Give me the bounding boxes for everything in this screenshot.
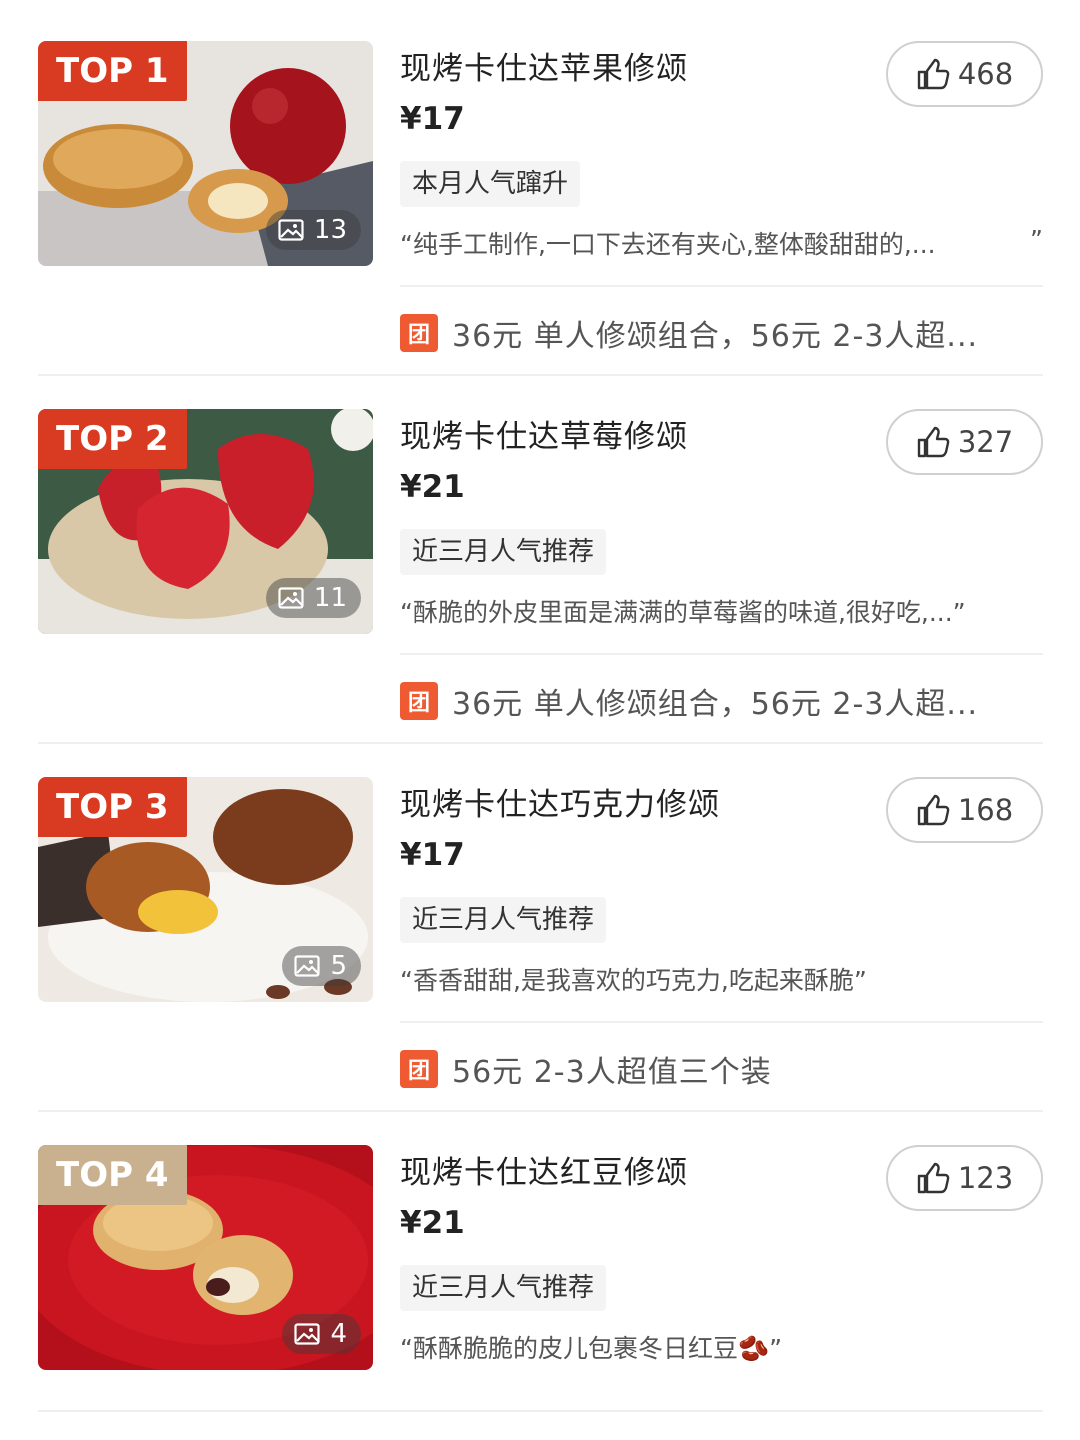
- divider: [400, 653, 1043, 655]
- group-deal[interactable]: 团 36元 单人修颂组合，56元 2-3人超...: [400, 313, 979, 354]
- product-card[interactable]: TOP 4 4 现烤卡仕达红豆修颂 ¥21 近三月人气推荐 “酥酥脆脆的皮儿包裹…: [38, 1145, 1043, 1385]
- review-snippet: “酥酥脆脆的皮儿包裹冬日红豆🫘”: [400, 1329, 1043, 1365]
- product-price: ¥21: [400, 469, 465, 505]
- review-quote-end: ”: [1026, 225, 1043, 254]
- divider: [400, 285, 1043, 287]
- image-count-badge: 4: [282, 1314, 361, 1354]
- gallery-icon: [294, 1323, 321, 1345]
- image-count-badge: 13: [265, 210, 361, 250]
- image-count: 4: [330, 1319, 347, 1349]
- deal-text: 36元 单人修颂组合，56元 2-3人超...: [452, 687, 979, 722]
- rank-badge: TOP 1: [38, 41, 187, 101]
- image-count-badge: 11: [265, 578, 361, 618]
- gallery-icon: [278, 587, 304, 609]
- rank-badge: TOP 3: [38, 777, 187, 837]
- product-title[interactable]: 现烤卡仕达巧克力修颂: [400, 779, 720, 824]
- card-divider: [38, 374, 1043, 376]
- product-image[interactable]: TOP 1 13: [38, 41, 373, 266]
- group-deal[interactable]: 团 56元 2-3人超值三个装: [400, 1049, 772, 1090]
- review-snippet: “酥脆的外皮里面是满满的草莓酱的味道,很好吃,...”: [400, 593, 1043, 629]
- like-count: 168: [957, 793, 1014, 827]
- popularity-tag: 近三月人气推荐: [400, 897, 607, 943]
- product-card[interactable]: TOP 1 13 现烤卡仕达苹果修颂 ¥17 本月人气蹿升 “纯手工制作,一口下…: [38, 41, 1043, 354]
- thumbs-up-icon: [917, 1162, 950, 1194]
- popularity-tag: 近三月人气推荐: [400, 529, 607, 575]
- review-text: “酥酥脆脆的皮儿包裹冬日红豆🫘”: [400, 1334, 783, 1363]
- image-count: 11: [313, 583, 347, 613]
- like-button[interactable]: 468: [886, 41, 1043, 107]
- review-snippet: “纯手工制作,一口下去还有夹心,整体酸甜甜的,... ”: [400, 225, 1043, 261]
- product-title[interactable]: 现烤卡仕达草莓修颂: [400, 411, 688, 456]
- rank-badge: TOP 4: [38, 1145, 187, 1205]
- product-card[interactable]: TOP 3 5 现烤卡仕达巧克力修颂 ¥17 近三月人气推荐 “香香甜甜,是我喜…: [38, 777, 1043, 1090]
- popularity-tag: 近三月人气推荐: [400, 1265, 607, 1311]
- gallery-icon: [294, 955, 321, 977]
- product-image[interactable]: TOP 3 5: [38, 777, 373, 1002]
- like-button[interactable]: 168: [886, 777, 1043, 843]
- review-text: “纯手工制作,一口下去还有夹心,整体酸甜甜的,...: [400, 230, 936, 259]
- product-card[interactable]: TOP 2 11 现烤卡仕达草莓修颂 ¥21 近三月人气推荐 “酥脆的外皮里面是…: [38, 409, 1043, 722]
- product-title[interactable]: 现烤卡仕达红豆修颂: [400, 1147, 688, 1192]
- divider: [400, 1021, 1043, 1023]
- popularity-tag: 本月人气蹿升: [400, 161, 581, 207]
- group-deal[interactable]: 团 36元 单人修颂组合，56元 2-3人超...: [400, 681, 979, 722]
- product-ranking-list: TOP 1 13 现烤卡仕达苹果修颂 ¥17 本月人气蹿升 “纯手工制作,一口下…: [0, 0, 1080, 1440]
- review-text: “酥脆的外皮里面是满满的草莓酱的味道,很好吃,...”: [400, 598, 966, 627]
- review-text: “香香甜甜,是我喜欢的巧克力,吃起来酥脆”: [400, 966, 867, 995]
- card-divider: [38, 1410, 1043, 1412]
- product-price: ¥17: [400, 837, 465, 873]
- group-buy-icon: 团: [400, 682, 438, 720]
- like-button[interactable]: 123: [886, 1145, 1043, 1211]
- image-count: 13: [313, 215, 347, 245]
- product-price: ¥17: [400, 101, 465, 137]
- product-price: ¥21: [400, 1205, 465, 1241]
- like-count: 123: [957, 1161, 1014, 1195]
- deal-text: 36元 单人修颂组合，56元 2-3人超...: [452, 319, 979, 354]
- group-buy-icon: 团: [400, 314, 438, 352]
- deal-text: 56元 2-3人超值三个装: [452, 1055, 772, 1090]
- group-buy-icon: 团: [400, 1050, 438, 1088]
- review-snippet: “香香甜甜,是我喜欢的巧克力,吃起来酥脆”: [400, 961, 1043, 997]
- card-divider: [38, 742, 1043, 744]
- thumbs-up-icon: [917, 426, 950, 458]
- image-count-badge: 5: [282, 946, 361, 986]
- like-count: 468: [957, 57, 1014, 91]
- product-image[interactable]: TOP 2 11: [38, 409, 373, 634]
- like-count: 327: [957, 425, 1014, 459]
- thumbs-up-icon: [917, 58, 950, 90]
- product-title[interactable]: 现烤卡仕达苹果修颂: [400, 43, 688, 88]
- gallery-icon: [278, 219, 304, 241]
- rank-badge: TOP 2: [38, 409, 187, 469]
- card-divider: [38, 1110, 1043, 1112]
- thumbs-up-icon: [917, 794, 950, 826]
- image-count: 5: [330, 951, 347, 981]
- product-image[interactable]: TOP 4 4: [38, 1145, 373, 1370]
- like-button[interactable]: 327: [886, 409, 1043, 475]
